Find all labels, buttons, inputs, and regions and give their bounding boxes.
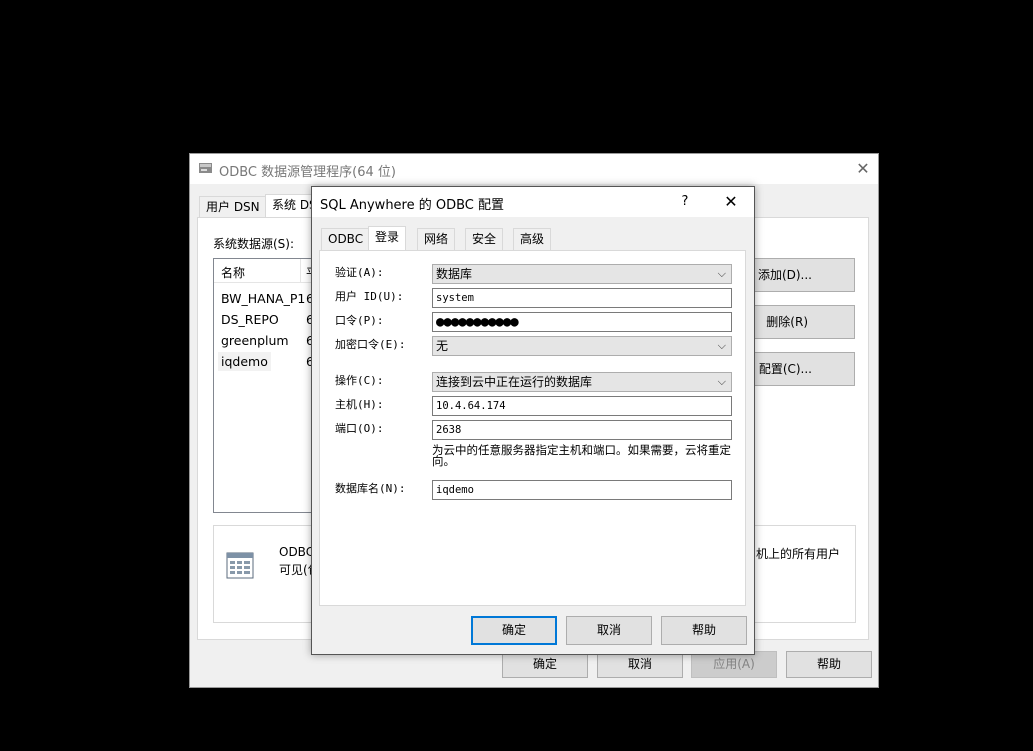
info-text: 机上的所有用户 — [756, 547, 841, 561]
dsn-name: DS_REPO — [221, 312, 279, 327]
ok-button[interactable]: 确定 — [471, 616, 557, 645]
dialog-title: SQL Anywhere 的 ODBC 配置 — [320, 198, 505, 213]
port-label: 端口(O): — [335, 422, 384, 435]
cancel-button[interactable]: 取消 — [566, 616, 652, 645]
ok-button[interactable]: 确定 — [502, 651, 588, 678]
configure-button-label: 配置(C)... — [758, 362, 812, 376]
action-label: 操作(C): — [335, 374, 384, 387]
port-input[interactable]: 2638 — [432, 420, 732, 440]
chevron-down-icon: ⌵ — [717, 375, 726, 388]
auth-value: 数据库 — [436, 267, 473, 281]
column-divider[interactable] — [300, 259, 301, 283]
add-button-label: 添加(D)... — [757, 268, 812, 282]
dsn-name: iqdemo — [218, 352, 271, 371]
encrypted-password-select[interactable]: 无 ⌵ — [432, 336, 732, 356]
login-tab-panel: 验证(A): 数据库 ⌵ 用户 ID(U): system 口令(P): ●●●… — [319, 250, 746, 606]
tab-advanced[interactable]: 高级 — [513, 228, 552, 250]
host-port-hint: 为云中的任意服务器指定主机和端口。如果需要，云将重定向。 — [432, 443, 731, 468]
cancel-button[interactable]: 取消 — [597, 651, 683, 678]
add-button[interactable]: 添加(D)... — [753, 258, 855, 292]
odbc-admin-title: ODBC 数据源管理程序(64 位) — [219, 165, 396, 180]
password-input[interactable]: ●●●●●●●●●●● — [432, 312, 732, 332]
dbname-label: 数据库名(N): — [335, 482, 406, 495]
dbname-input[interactable]: iqdemo — [432, 480, 732, 500]
tab-user-dsn[interactable]: 用户 DSN — [199, 196, 267, 218]
configure-button[interactable]: 配置(C)... — [753, 352, 855, 386]
chevron-down-icon: ⌵ — [717, 339, 726, 352]
info-text: ODBC — [279, 545, 315, 559]
odbc-admin-titlebar: ODBC 数据源管理程序(64 位) ✕ — [190, 154, 878, 184]
remove-button-label: 删除(R) — [766, 315, 808, 329]
data-source-icon — [226, 552, 254, 579]
odbc-app-icon — [199, 163, 212, 173]
tab-network[interactable]: 网络 — [417, 228, 456, 250]
remove-button[interactable]: 删除(R) — [753, 305, 855, 339]
help-button[interactable]: 帮助 — [786, 651, 872, 678]
close-icon[interactable]: ✕ — [850, 156, 876, 182]
dsn-name: BW_HANA_P1 — [221, 291, 306, 306]
userid-input[interactable]: system — [432, 288, 732, 308]
action-value: 连接到云中正在运行的数据库 — [436, 375, 593, 389]
action-select[interactable]: 连接到云中正在运行的数据库 ⌵ — [432, 372, 732, 392]
encrypted-password-label: 加密口令(E): — [335, 338, 406, 351]
close-icon[interactable]: ✕ — [720, 191, 742, 213]
tab-login[interactable]: 登录 — [368, 226, 407, 250]
host-input[interactable]: 10.4.64.174 — [432, 396, 732, 416]
apply-button[interactable]: 应用(A) — [691, 651, 777, 678]
dsn-name: greenplum — [221, 333, 289, 348]
column-header-name[interactable]: 名称 — [221, 264, 245, 281]
chevron-down-icon: ⌵ — [717, 267, 726, 280]
system-ds-label: 系统数据源(S): — [213, 237, 295, 251]
help-button[interactable]: 帮助 — [661, 616, 747, 645]
auth-select[interactable]: 数据库 ⌵ — [432, 264, 732, 284]
host-label: 主机(H): — [335, 398, 384, 411]
auth-label: 验证(A): — [335, 266, 384, 279]
password-label: 口令(P): — [335, 314, 384, 327]
userid-label: 用户 ID(U): — [335, 290, 404, 303]
encrypted-password-value: 无 — [436, 339, 449, 353]
help-icon[interactable]: ? — [674, 191, 696, 213]
tab-security[interactable]: 安全 — [465, 228, 504, 250]
dialog-titlebar: SQL Anywhere 的 ODBC 配置 ? ✕ — [312, 187, 754, 217]
tab-system-dsn[interactable]: 系统 DS — [265, 194, 315, 218]
sql-anywhere-odbc-config-dialog: SQL Anywhere 的 ODBC 配置 ? ✕ ODBC 登录 网络 安全… — [311, 186, 755, 655]
tab-odbc[interactable]: ODBC — [321, 228, 371, 250]
